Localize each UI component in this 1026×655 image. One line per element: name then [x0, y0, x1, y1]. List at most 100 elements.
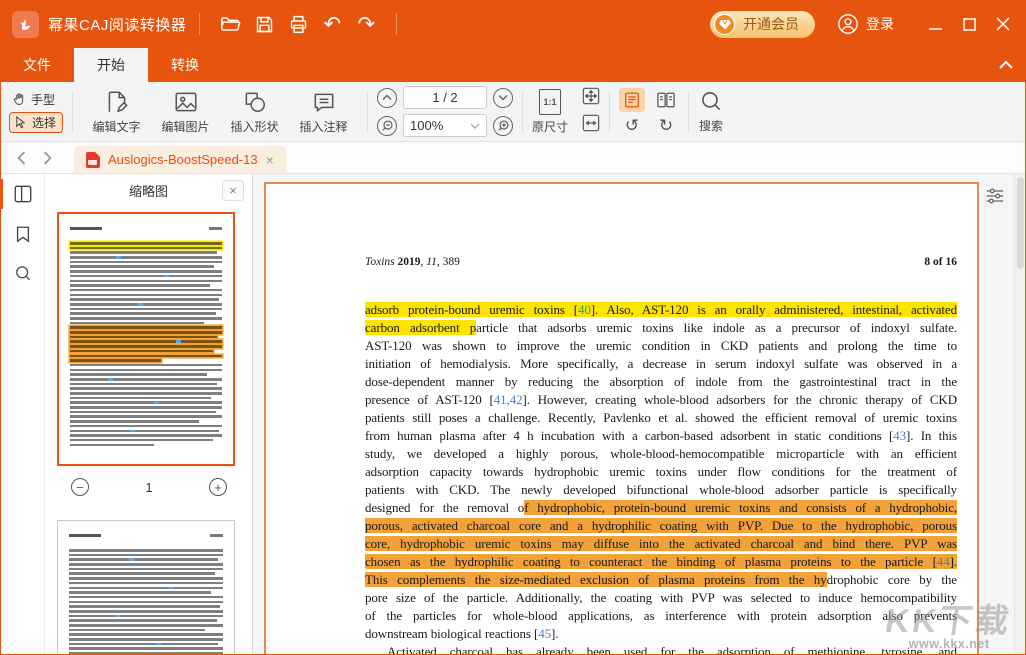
zoom-level-select[interactable]: 100%: [403, 114, 487, 137]
titlebar-separator: [199, 13, 200, 35]
vertical-scrollbar[interactable]: [1014, 174, 1026, 655]
document-tab[interactable]: Auslogics-BoostSpeed-13 ×: [74, 146, 286, 173]
search-icon: [698, 89, 724, 115]
tab-convert[interactable]: 转换: [148, 48, 222, 82]
next-page-button[interactable]: [493, 88, 513, 108]
login-button[interactable]: 登录: [837, 13, 894, 35]
thumbnail-page-number: 1: [115, 480, 183, 495]
document-line: patients with CKD. The newly developed b…: [365, 481, 957, 499]
document-line: designed for the removal of hydrophobic,…: [365, 499, 957, 517]
thumbnail-zoom-out-button[interactable]: −: [71, 478, 89, 496]
collapse-ribbon-button[interactable]: [986, 48, 1026, 82]
thumbnail-panel-title: 缩略图: [45, 181, 252, 200]
zoom-in-button[interactable]: [493, 116, 513, 136]
thumbnail-panel-close-button[interactable]: ×: [222, 180, 244, 201]
citation-link: 41,42: [494, 392, 523, 407]
document-tab-close-icon[interactable]: ×: [266, 153, 274, 167]
edit-text-label: 编辑文字: [93, 118, 141, 135]
body-text: article that adsorbs uremic toxins like …: [476, 320, 957, 335]
tab-scroll-right-button[interactable]: [34, 145, 60, 171]
bookmarks-panel-button[interactable]: [0, 214, 45, 254]
toolbar-separator: [367, 91, 368, 133]
document-line: AST-120 was shown to improve the uremic …: [365, 337, 957, 355]
scrollbar-thumb[interactable]: [1017, 177, 1024, 269]
rotate-left-button[interactable]: ↺: [619, 116, 645, 136]
document-line: porous, activated charcoal core and a hy…: [365, 517, 957, 535]
vip-diamond-icon: [714, 14, 735, 35]
document-tab-bar: Auslogics-BoostSpeed-13 ×: [0, 142, 1026, 174]
body-text: downstream biological reactions [: [365, 626, 538, 641]
original-size-label: 原尺寸: [532, 118, 568, 135]
body-text: drophobic core by the: [827, 572, 957, 587]
undo-icon[interactable]: ↶: [320, 12, 344, 36]
tab-home[interactable]: 开始: [74, 48, 148, 82]
hand-tool-button[interactable]: 手型: [9, 90, 63, 109]
document-line: This complements the size-mediated exclu…: [365, 571, 957, 589]
edit-text-button[interactable]: 编辑文字: [82, 89, 151, 135]
insert-shape-button[interactable]: 插入形状: [220, 89, 289, 135]
search-label: 搜索: [699, 117, 723, 134]
single-page-view-button[interactable]: [619, 88, 645, 112]
tab-file[interactable]: 文件: [0, 48, 74, 82]
body-text: initiation of hemodialysis. More specifi…: [365, 356, 957, 371]
citation-link: 45: [538, 626, 551, 641]
print-icon[interactable]: [286, 12, 310, 36]
insert-comment-button[interactable]: 插入注释: [289, 89, 358, 135]
page-indicator-input[interactable]: 1 / 2: [403, 86, 487, 109]
page-thumbnail-2[interactable]: [57, 520, 235, 655]
main-area: 缩略图 × − 1 + Toxins 2019, 11, 389 8 of 16…: [0, 174, 1026, 655]
two-page-view-button[interactable]: [653, 88, 679, 112]
page-thumbnail-1[interactable]: [57, 212, 235, 466]
hand-tool-label: 手型: [31, 91, 55, 108]
search-panel-button[interactable]: [0, 254, 45, 294]
tab-scroll-left-button[interactable]: [8, 145, 34, 171]
journal-reference-part: 11: [426, 256, 437, 268]
login-label: 登录: [866, 14, 894, 34]
insert-shape-icon: [242, 89, 268, 115]
body-text: of the particles for whole-blood applica…: [365, 608, 957, 623]
vip-button[interactable]: 开通会员: [710, 11, 815, 38]
highlighted-text: carbon adsorbent p: [365, 320, 476, 335]
zoom-level-value: 100%: [410, 118, 443, 133]
body-text: adsorption capacity towards hydrophobic …: [365, 464, 957, 479]
journal-reference: Toxins 2019, 11, 389: [365, 256, 460, 268]
view-settings-button[interactable]: [984, 185, 1006, 207]
search-button[interactable]: 搜索: [698, 89, 724, 134]
minimize-button[interactable]: [918, 7, 952, 41]
highlighted-text: ].: [950, 554, 957, 569]
body-text: study, we developed a highly porous, who…: [365, 446, 957, 461]
close-button[interactable]: [986, 7, 1020, 41]
document-header: Toxins 2019, 11, 389 8 of 16: [365, 256, 957, 268]
redo-icon[interactable]: ↷: [354, 12, 378, 36]
highlighted-text: core, hydrophobic uremic toxins may diff…: [365, 536, 957, 551]
select-tool-button[interactable]: 选择: [9, 112, 63, 133]
document-view[interactable]: Toxins 2019, 11, 389 8 of 16 adsorb prot…: [253, 174, 1026, 655]
highlighted-text: 44: [937, 554, 950, 569]
fit-width-button[interactable]: [582, 114, 600, 137]
document-tab-title: Auslogics-BoostSpeed-13: [108, 152, 258, 167]
toolbar: 手型 选择 编辑文字 编辑图片 插入形状 插入注释 1 / 2: [0, 82, 1026, 142]
original-size-button[interactable]: 1:1 原尺寸: [532, 89, 568, 135]
save-icon[interactable]: [252, 12, 276, 36]
rotate-right-button[interactable]: ↻: [653, 116, 679, 136]
thumbnail-zoom-in-button[interactable]: +: [209, 478, 227, 496]
document-line: presence of AST-120 [41,42]. However, cr…: [365, 391, 957, 409]
fit-page-button[interactable]: [582, 87, 600, 110]
user-icon: [837, 13, 859, 35]
document-line: adsorb protein-bound uremic toxins [40].…: [365, 301, 957, 319]
toolbar-separator: [609, 91, 610, 133]
open-file-icon[interactable]: [218, 12, 242, 36]
zoom-out-button[interactable]: [377, 116, 397, 136]
select-tool-label: 选择: [32, 114, 56, 131]
pdf-file-icon: [86, 152, 100, 168]
single-page-icon: [623, 91, 641, 109]
previous-page-button[interactable]: [377, 88, 397, 108]
thumbnail-panel-button[interactable]: [0, 174, 45, 214]
body-text: pore size of the particle. Additionally,…: [365, 590, 957, 605]
toolbar-separator: [688, 91, 689, 133]
edit-image-button[interactable]: 编辑图片: [151, 89, 220, 135]
document-line: patients still poses a challenge. Recent…: [365, 409, 957, 427]
toolbar-separator: [522, 91, 523, 133]
document-page: Toxins 2019, 11, 389 8 of 16 adsorb prot…: [264, 182, 979, 655]
maximize-button[interactable]: [952, 7, 986, 41]
